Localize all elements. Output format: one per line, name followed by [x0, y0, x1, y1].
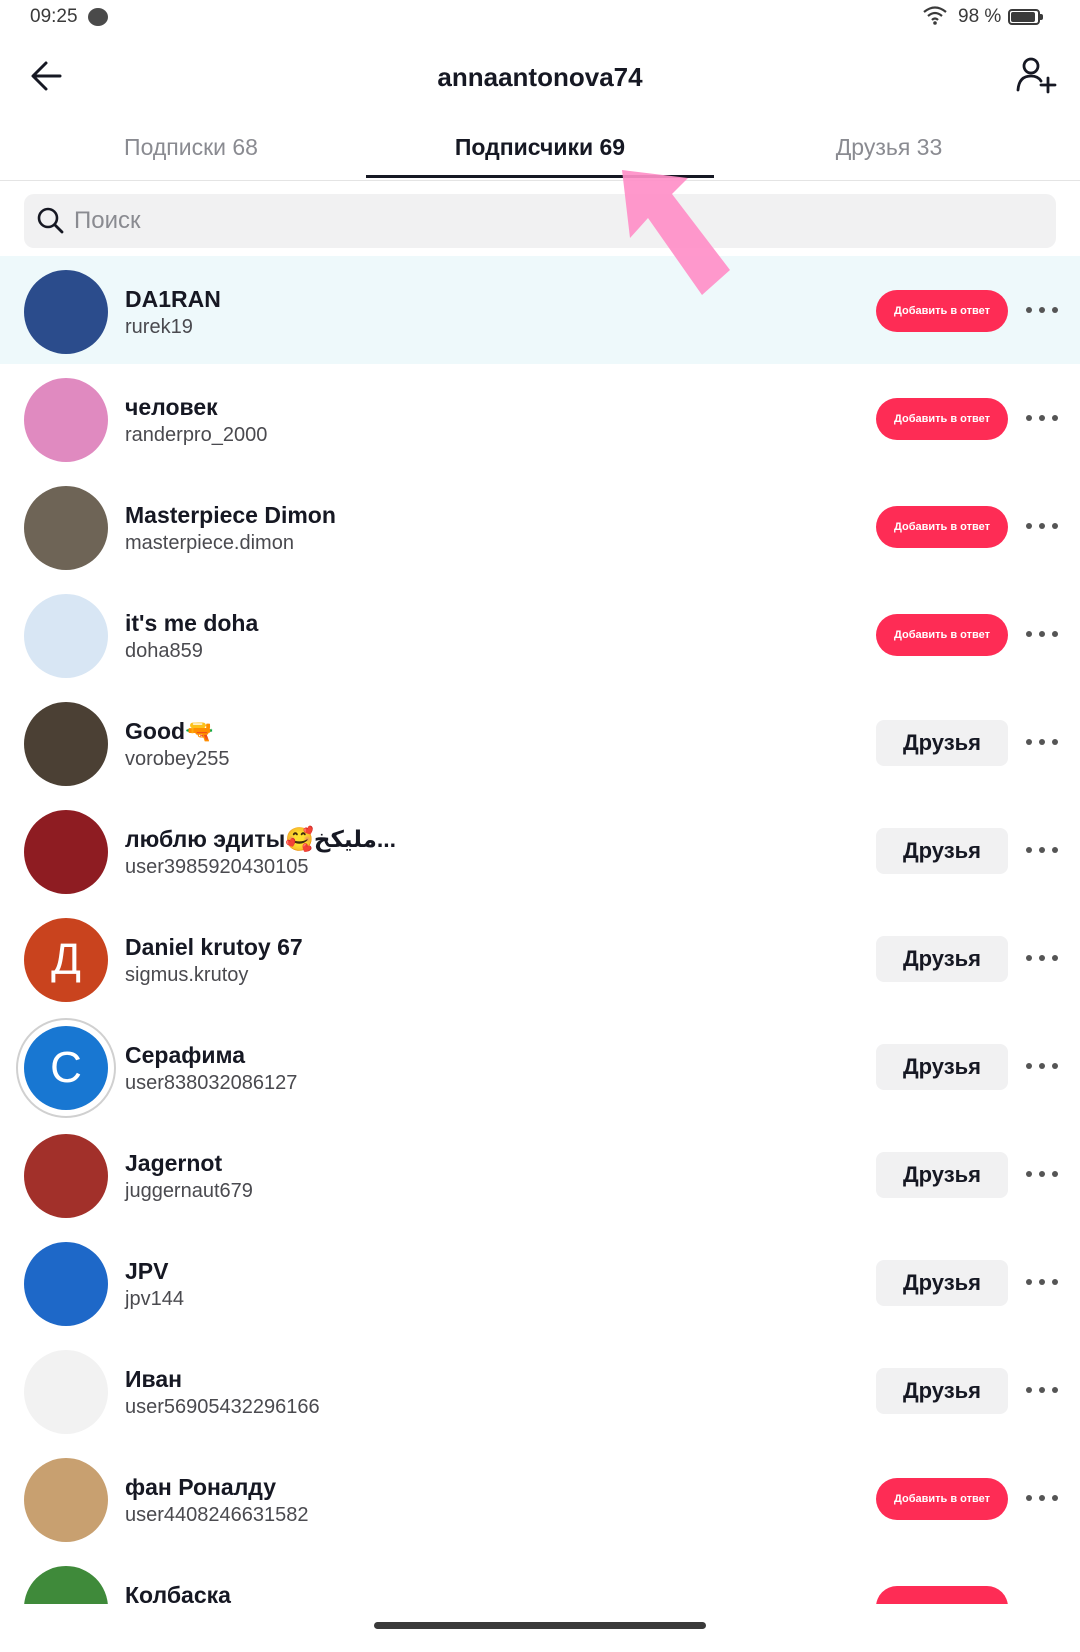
more-options-icon[interactable] [1022, 296, 1062, 324]
follower-row[interactable]: Иван user56905432296166 Друзья [0, 1336, 1080, 1444]
follower-name: Иван [125, 1366, 183, 1392]
avatar-letter: Д [51, 935, 81, 984]
follower-username: vorobey255 [125, 748, 230, 770]
profile-header: annaantonova74 [0, 40, 1080, 112]
follower-row[interactable]: фан Роналду user4408246631582 Добавить в о… [0, 1444, 1080, 1552]
tab-following[interactable]: Подписки 68 [17, 134, 365, 161]
follower-username: sigmus.krutoy [125, 964, 249, 986]
follower-row[interactable]: Good🔫 vorobey255 Друзья [0, 688, 1080, 796]
follower-row[interactable]: Jagernot juggernaut679 Друзья [0, 1120, 1080, 1228]
follower-username: juggernaut679 [125, 1180, 253, 1202]
friends-button[interactable]: Друзья [876, 720, 1008, 766]
more-options-icon[interactable] [1022, 1052, 1062, 1080]
avatar[interactable]: С [16, 1018, 116, 1118]
follower-row[interactable]: Колбаска [0, 1552, 1080, 1604]
follower-name: Daniel krutoy 67 [125, 934, 303, 960]
friends-button[interactable]: Друзья [876, 1260, 1008, 1306]
follower-name: JPV [125, 1258, 169, 1284]
follower-username: user4408246631582 [125, 1504, 309, 1526]
avatar[interactable] [24, 1350, 108, 1434]
avatar[interactable] [24, 1458, 108, 1542]
follower-name: Masterpiece Dimon [125, 502, 336, 528]
follow-back-button[interactable]: Добавить в ответ [876, 398, 1008, 440]
follower-username: randerpro_2000 [125, 424, 268, 446]
search-input[interactable] [70, 194, 1034, 248]
avatar[interactable] [24, 1242, 108, 1326]
follower-name: фан Роналду [125, 1474, 276, 1500]
avatar[interactable] [24, 1566, 108, 1604]
status-bar: 09:25 98 % [0, 0, 1080, 40]
avatar-letter: С [24, 1026, 108, 1110]
avatar[interactable] [24, 702, 108, 786]
avatar[interactable] [24, 594, 108, 678]
avatar[interactable] [24, 1134, 108, 1218]
follow-back-button[interactable]: Добавить в ответ [876, 1478, 1008, 1520]
search-icon [37, 207, 64, 234]
friends-button[interactable]: Друзья [876, 1044, 1008, 1090]
more-options-icon[interactable] [1022, 1484, 1062, 1512]
avatar[interactable]: Д [24, 918, 108, 1002]
friends-button[interactable]: Друзья [876, 1368, 1008, 1414]
pink-annotation-arrow [622, 170, 730, 295]
follower-row[interactable]: DA1RAN rurek19 Добавить в ответ [0, 256, 1080, 364]
avatar[interactable] [24, 486, 108, 570]
follower-row[interactable]: С Серафима user838032086127 Друзья [0, 1012, 1080, 1120]
more-options-icon[interactable] [1022, 728, 1062, 756]
follower-name: Колбаска [125, 1582, 231, 1604]
home-indicator[interactable] [374, 1622, 706, 1629]
more-options-icon[interactable] [1022, 512, 1062, 540]
follower-row[interactable]: Д Daniel krutoy 67 sigmus.krutoy Друзья [0, 904, 1080, 1012]
follower-name: DA1RAN [125, 286, 221, 312]
follower-username: user3985920430105 [125, 856, 309, 878]
follower-username: jpv144 [125, 1288, 184, 1310]
follow-tabs: Подписки 68 Подписчики 69 Друзья 33 [0, 118, 1080, 181]
more-options-icon[interactable] [1022, 620, 1062, 648]
follower-name: Jagernot [125, 1150, 223, 1176]
battery-icon [1008, 9, 1043, 25]
wifi-icon [923, 6, 947, 25]
followers-list: DA1RAN rurek19 Добавить в ответ человек rand… [0, 256, 1080, 1604]
follower-row[interactable]: it's me doha doha859 Добавить в ответ [0, 580, 1080, 688]
user-plus-icon[interactable] [1014, 54, 1058, 98]
more-options-icon[interactable] [1022, 836, 1062, 864]
avatar[interactable] [24, 810, 108, 894]
follower-name: люблю эдиты🥰مليكخ... [125, 826, 397, 852]
follower-username: masterpiece.dimon [125, 532, 294, 554]
more-options-icon[interactable] [1022, 1160, 1062, 1188]
follower-username: user56905432296166 [125, 1396, 320, 1418]
friends-button[interactable]: Друзья [876, 828, 1008, 874]
page-title: annaantonova74 [437, 62, 643, 92]
follow-back-button[interactable] [876, 1586, 1008, 1604]
tab-followers[interactable]: Подписчики 69 [366, 134, 714, 161]
follow-back-button[interactable]: Добавить в ответ [876, 290, 1008, 332]
follower-row[interactable]: Masterpiece Dimon masterpiece.dimon Добави… [0, 472, 1080, 580]
avatar[interactable] [24, 378, 108, 462]
follower-username: rurek19 [125, 316, 193, 338]
battery-percent: 98 % [958, 6, 1002, 27]
search-bar [24, 194, 1056, 248]
more-options-icon[interactable] [1022, 404, 1062, 432]
follower-name: человек [125, 394, 218, 420]
follower-username: user838032086127 [125, 1072, 298, 1094]
tab-friends[interactable]: Друзья 33 [715, 134, 1063, 161]
follower-username: doha859 [125, 640, 203, 662]
follower-row[interactable]: JPV jpv144 Друзья [0, 1228, 1080, 1336]
friends-button[interactable]: Друзья [876, 1152, 1008, 1198]
follower-name: it's me doha [125, 610, 259, 636]
follower-row[interactable]: человек randerpro_2000 Добавить в ответ [0, 364, 1080, 472]
avatar[interactable] [24, 270, 108, 354]
more-options-icon[interactable] [1022, 944, 1062, 972]
follow-back-button[interactable]: Добавить в ответ [876, 506, 1008, 548]
follower-row[interactable]: люблю эдиты🥰مليكخ... user3985920430105 Дру… [0, 796, 1080, 904]
more-options-icon[interactable] [1022, 1268, 1062, 1296]
follower-name: Good🔫 [125, 718, 214, 744]
follower-name: Серафима [125, 1042, 246, 1068]
chat-notification-icon [88, 8, 108, 26]
follow-back-button[interactable]: Добавить в ответ [876, 614, 1008, 656]
status-time: 09:25 [30, 6, 78, 27]
friends-button[interactable]: Друзья [876, 936, 1008, 982]
more-options-icon[interactable] [1022, 1376, 1062, 1404]
